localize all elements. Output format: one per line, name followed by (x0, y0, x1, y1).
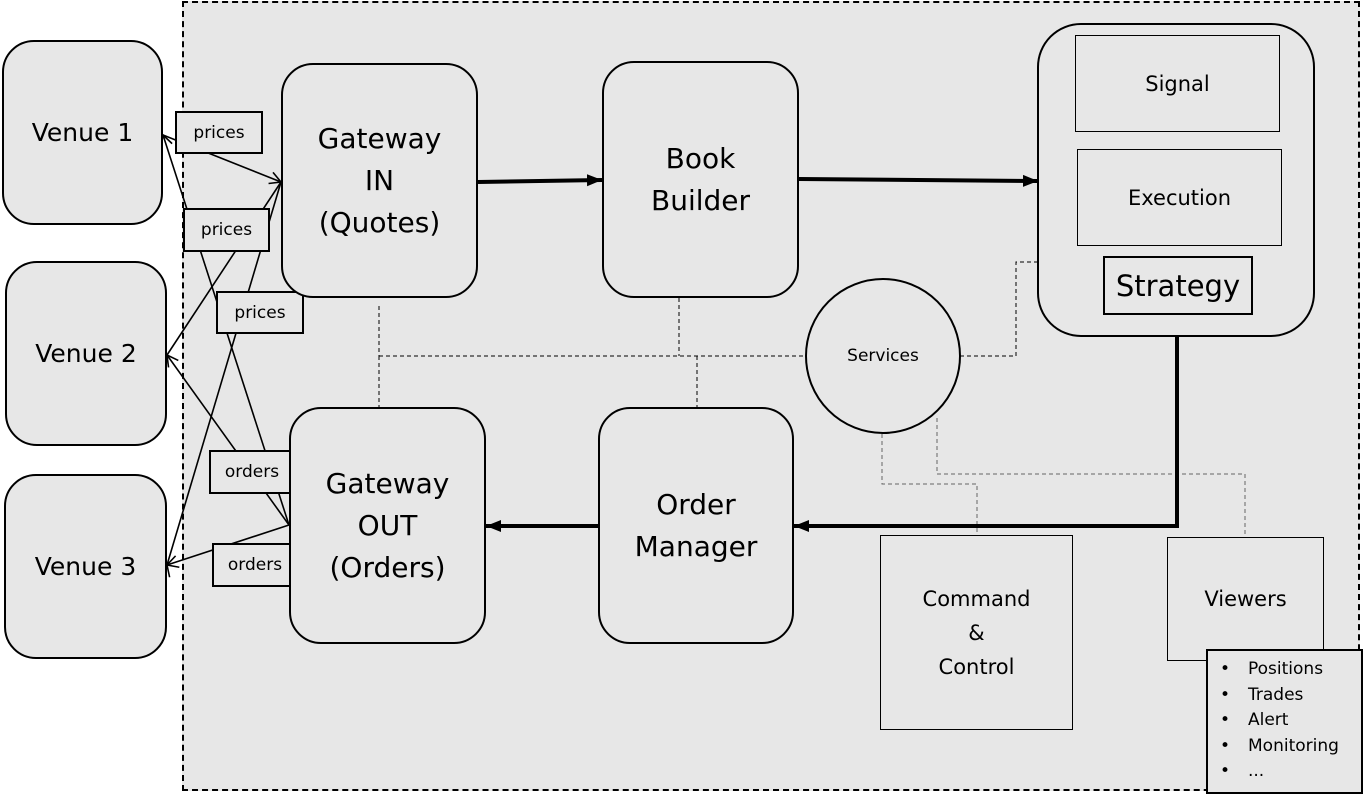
prices-label-1: prices (175, 111, 263, 154)
venue-1-label: Venue 1 (31, 118, 134, 147)
viewers-item: • Trades (1220, 684, 1304, 705)
signal-module[interactable]: Signal (1075, 35, 1280, 132)
gateway-out-label: Gateway OUT (Orders) (325, 466, 450, 584)
viewers-item: • Positions (1220, 659, 1324, 679)
viewers-item: • Monitoring (1220, 735, 1339, 756)
services-node[interactable]: Services (805, 278, 961, 434)
viewers[interactable]: Viewers (1167, 537, 1324, 661)
viewers-item: • Alert (1220, 710, 1289, 730)
venue-3-label: Venue 3 (34, 552, 137, 581)
viewers-label: Viewers (1204, 587, 1287, 611)
viewers-item: •... (1220, 761, 1265, 781)
strategy-label: Strategy (1115, 268, 1241, 303)
orders-label-2: orders (212, 543, 298, 587)
venue-1[interactable]: Venue 1 (2, 40, 163, 225)
gateway-out[interactable]: Gateway OUT (Orders) (289, 407, 486, 644)
book-builder[interactable]: Book Builder (602, 61, 799, 298)
execution-label: Execution (1127, 185, 1232, 210)
command-control[interactable]: Command & Control (880, 535, 1073, 730)
viewers-list: • Positions • Trades • Alert • Monitoring •.… (1206, 649, 1363, 794)
venue-2-label: Venue 2 (35, 339, 137, 368)
gateway-in[interactable]: Gateway IN (Quotes) (281, 63, 478, 298)
signal-label: Signal (1145, 71, 1210, 96)
gateway-in-label: Gateway IN (Quotes) (317, 121, 442, 239)
order-manager[interactable]: Order Manager (598, 407, 794, 644)
execution-module[interactable]: Execution (1077, 149, 1282, 246)
services-label: Services (847, 346, 919, 366)
book-builder-label: Book Builder (650, 141, 751, 217)
order-manager-label: Order Manager (634, 487, 758, 563)
prices-label-2: prices (183, 208, 270, 252)
orders-label-1: orders (209, 450, 295, 494)
command-control-label: Command & Control (922, 586, 1031, 679)
venue-2[interactable]: Venue 2 (5, 261, 167, 446)
strategy-title: Strategy (1103, 256, 1253, 315)
prices-label-3: prices (216, 291, 304, 334)
venue-3[interactable]: Venue 3 (4, 474, 167, 659)
